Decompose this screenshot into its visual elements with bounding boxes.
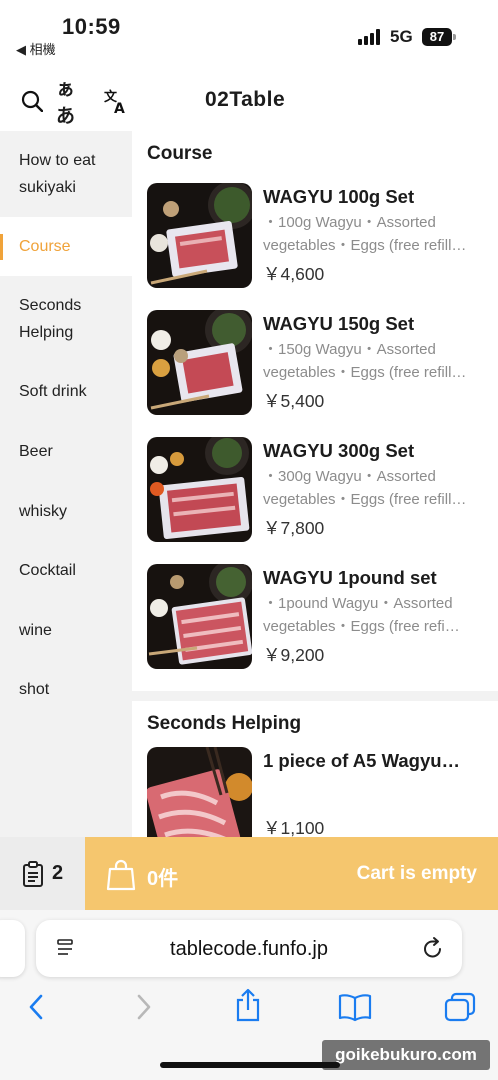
translate-icon[interactable]: 文A <box>102 88 130 114</box>
text-size-button[interactable]: ぁあ <box>56 79 92 127</box>
sidebar-item-beer[interactable]: Beer <box>0 421 132 481</box>
item-description: ・1pound Wagyu・Assorted vegetables・Eggs (… <box>263 595 460 635</box>
item-name: WAGYU 100g Set <box>263 186 415 207</box>
category-sidebar: How to eat sukiyaki Course Seconds Helpi… <box>0 131 132 837</box>
food-photo <box>147 183 252 288</box>
cart-item-count: 0件 <box>147 868 179 890</box>
reload-icon[interactable] <box>422 936 444 960</box>
food-photo <box>147 437 252 542</box>
food-photo <box>147 310 252 415</box>
item-name: WAGYU 150g Set <box>263 313 415 334</box>
battery-cap <box>453 34 456 40</box>
forward-icon[interactable] <box>134 992 154 1022</box>
svg-text:A: A <box>114 101 125 114</box>
menu-item[interactable]: WAGYU 1pound set ・1pound Wagyu・Assorted … <box>147 564 498 691</box>
sidebar-item-course[interactable]: Course <box>0 217 132 276</box>
item-name: 1 piece of A5 Wagyu… <box>263 750 461 771</box>
signal-icon <box>358 29 382 45</box>
search-icon[interactable] <box>20 88 44 114</box>
item-description: ・150g Wagyu・Assorted vegetables・Eggs (fr… <box>263 341 467 381</box>
home-indicator <box>160 1062 340 1068</box>
sidebar-item-soft-drink[interactable]: Soft drink <box>0 362 132 421</box>
sidebar-item-shot[interactable]: shot <box>0 660 132 719</box>
section-title: Course <box>147 143 213 164</box>
sidebar-item-whisky[interactable]: whisky <box>0 481 132 541</box>
page-title: 02Table <box>205 88 286 111</box>
item-description <box>263 775 488 811</box>
section-seconds-helping: Seconds Helping 1 piece of A5 Wagyu… ￥1,… <box>132 701 498 837</box>
share-icon[interactable] <box>235 988 261 1022</box>
item-description: ・100g Wagyu・Assorted vegetables・Eggs (fr… <box>263 214 467 254</box>
sidebar-item-cocktail[interactable]: Cocktail <box>0 541 132 600</box>
section-title: Seconds Helping <box>147 713 302 734</box>
watermark: goikebukuro.com <box>322 1040 490 1070</box>
section-divider <box>132 691 498 701</box>
item-price: ￥4,600 <box>263 264 325 284</box>
back-icon[interactable] <box>26 992 46 1022</box>
sidebar-item-seconds-helping[interactable]: Seconds Helping <box>0 276 132 362</box>
cart-bar: 2 0件 Cart is empty <box>0 837 498 910</box>
app-header: ぁあ 文A 02Table <box>0 66 498 131</box>
order-count: 2 <box>51 862 64 884</box>
browser-nav <box>0 988 498 1028</box>
item-price: ￥1,100 <box>263 818 325 837</box>
network-type: 5G <box>390 27 413 46</box>
shopping-bag-icon <box>106 859 136 891</box>
bookmarks-icon[interactable] <box>338 992 372 1022</box>
url-text: tablecode.funfo.jp <box>170 938 328 960</box>
menu-item[interactable]: WAGYU 300g Set ・300g Wagyu・Assorted vege… <box>147 437 498 564</box>
address-bar[interactable]: tablecode.funfo.jp <box>36 920 462 977</box>
clipboard-icon <box>22 860 43 887</box>
menu-list: Course WAGYU 100g Set ・100g Wagyu・Assort… <box>132 131 498 837</box>
item-price: ￥5,400 <box>263 391 325 411</box>
cart-status: Cart is empty <box>356 863 477 884</box>
food-photo <box>147 564 252 669</box>
status-bar: 10:59 ◀ 相機 5G 87 <box>0 0 498 66</box>
item-description: ・300g Wagyu・Assorted vegetables・Eggs (fr… <box>263 468 467 508</box>
order-history-button[interactable]: 2 <box>0 837 85 910</box>
item-price: ￥9,200 <box>263 645 325 665</box>
food-photo <box>147 747 252 837</box>
menu-item[interactable]: WAGYU 100g Set ・100g Wagyu・Assorted vege… <box>147 183 498 310</box>
sidebar-item-wine[interactable]: wine <box>0 600 132 660</box>
tabs-icon[interactable] <box>444 992 476 1022</box>
section-course: Course WAGYU 100g Set ・100g Wagyu・Assort… <box>132 131 498 691</box>
battery-icon: 87 <box>422 28 452 46</box>
item-price: ￥7,800 <box>263 518 325 538</box>
previous-tab-preview[interactable] <box>0 920 25 977</box>
item-name: WAGYU 1pound set <box>263 567 437 588</box>
back-to-app-link[interactable]: ◀ 相機 <box>16 39 56 58</box>
browser-toolbar: tablecode.funfo.jp goikebukuro.com <box>0 910 498 1080</box>
menu-item[interactable]: WAGYU 150g Set ・150g Wagyu・Assorted vege… <box>147 310 498 437</box>
menu-item[interactable]: 1 piece of A5 Wagyu… ￥1,100 <box>147 747 498 837</box>
sidebar-item-how-to-eat[interactable]: How to eat sukiyaki <box>0 131 132 217</box>
cart-button[interactable]: 0件 Cart is empty <box>85 837 498 910</box>
clock: 10:59 <box>62 14 121 39</box>
item-name: WAGYU 300g Set <box>263 440 415 461</box>
